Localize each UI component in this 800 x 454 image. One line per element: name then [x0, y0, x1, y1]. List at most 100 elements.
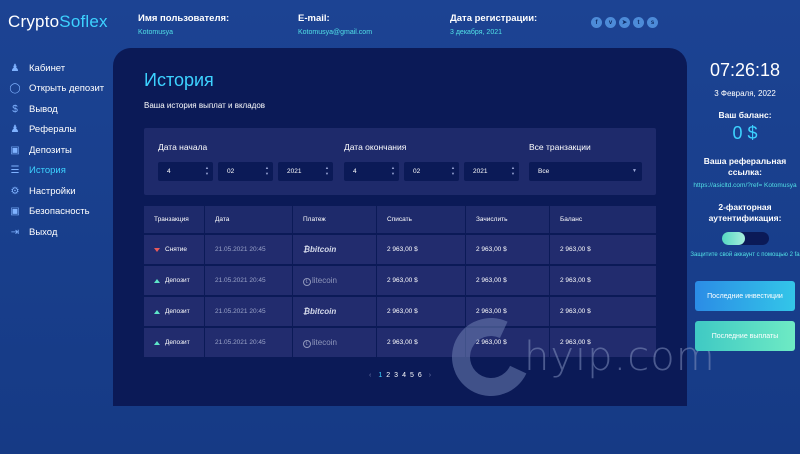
balance-label: Ваш баланс: [718, 110, 772, 120]
litecoin-logo-icon: Łlitecoin [303, 338, 337, 348]
credit-cell: 2 963,00 $ [466, 235, 550, 264]
sidebar-item-label: Вывод [29, 103, 58, 115]
transaction-cell: Снятие [144, 235, 205, 264]
spinner-icon[interactable]: ▲ ▼ [205, 165, 209, 177]
user-icon: ♟ [10, 62, 20, 74]
brand-part1: Crypto [8, 12, 60, 31]
twofa-toggle[interactable] [721, 232, 769, 245]
column-header: Зачислить [466, 206, 550, 233]
pagination: ‹ 1 2 3 4 5 6 › [366, 372, 434, 379]
start-day-stepper[interactable]: 4 ▲ ▼ [158, 162, 213, 181]
twofa-hint: Защитите свой аккаунт с помощью 2 fa [690, 252, 800, 258]
filters-bar: Дата начала Дата окончания Все транзакци… [144, 128, 656, 195]
end-month-stepper[interactable]: 02 ▲ ▼ [404, 162, 459, 181]
chevron-down-icon: ▼ [632, 168, 637, 174]
transaction-type-label: Все транзакции [529, 142, 591, 152]
sidebar-item-label: Выход [29, 226, 58, 238]
payment-method: litecoin [312, 275, 337, 285]
start-month-stepper[interactable]: 02 ▲ ▼ [218, 162, 273, 181]
table-row: Снятие 21.05.2021 20:45 ₿bitcoin 2 963,0… [144, 235, 656, 264]
balance-value: 0 $ [732, 123, 758, 143]
username-label: Имя пользователя: [138, 13, 230, 24]
page-subtitle: Ваша история выплат и вкладов [144, 101, 266, 110]
arrow-up-icon [154, 340, 160, 345]
sidebar-item-logout[interactable]: ⇥ Выход [8, 222, 104, 243]
sidebar-item-deposits[interactable]: ▣ Депозиты [8, 140, 104, 161]
monitor-icon: ▣ [10, 144, 20, 156]
email-label: E-mail: [298, 13, 330, 24]
end-day-stepper[interactable]: 4 ▲ ▼ [344, 162, 399, 181]
page-link[interactable]: 6 [418, 372, 422, 379]
end-year-value: 2021 [473, 168, 488, 175]
lock-icon: ▣ [10, 206, 20, 218]
sidebar-item-cabinet[interactable]: ♟ Кабинет [8, 58, 104, 79]
transaction-type-select[interactable]: Все ▼ [529, 162, 642, 181]
sidebar-item-label: Безопасность [29, 206, 90, 218]
sidebar-item-history[interactable]: ☰ История [8, 161, 104, 182]
start-year-stepper[interactable]: 2021 ▲ ▼ [278, 162, 333, 181]
referral-label: Ваша реферальная ссылка: [703, 156, 787, 177]
transaction-type: Снятие [165, 246, 188, 253]
facebook-icon[interactable]: f [591, 17, 602, 28]
regdate-value: 3 декабря, 2021 [450, 29, 503, 36]
payment-cell: ₿bitcoin [293, 235, 377, 264]
date-cell: 21.05.2021 20:45 [205, 235, 293, 264]
clock: 07:26:18 [709, 60, 781, 80]
regdate-label: Дата регистрации: [450, 13, 538, 24]
coins-icon: ◯ [9, 83, 21, 95]
current-date: 3 Февраля, 2022 [714, 89, 776, 98]
start-month-value: 02 [227, 168, 235, 175]
transaction-type: Депозит [165, 339, 190, 346]
table-header-row: Транзакция Дата Платеж Списать Зачислить… [144, 206, 656, 233]
twitter-icon[interactable]: t [633, 17, 644, 28]
date-cell: 21.05.2021 20:45 [205, 266, 293, 295]
page-link[interactable]: 4 [402, 372, 406, 379]
logout-icon: ⇥ [10, 226, 20, 238]
header-username: Имя пользователя: Kotomusya [138, 13, 229, 36]
bitcoin-logo-icon: ₿bitcoin [303, 245, 337, 254]
referral-link[interactable]: https://asicltd.com/?ref= Kotomusya [690, 182, 800, 190]
watermark: hyip.com [441, 307, 716, 407]
sidebar-item-label: История [29, 165, 66, 177]
vk-icon[interactable]: v [605, 17, 616, 28]
spinner-icon[interactable]: ▲ ▼ [391, 165, 395, 177]
social-links: f v ➤ t s [591, 17, 658, 28]
payment-method: litecoin [312, 337, 337, 347]
sidebar-item-open-deposit[interactable]: ◯ Открыть депозит [8, 79, 104, 100]
table-row: Депозит 21.05.2021 20:45 Łlitecoin 2 963… [144, 266, 656, 295]
latest-investments-button[interactable]: Последние инвестиции [695, 281, 795, 311]
page-link[interactable]: 3 [394, 372, 398, 379]
page-link[interactable]: 2 [386, 372, 390, 379]
spinner-icon[interactable]: ▲ ▼ [325, 165, 329, 177]
transaction-cell: Депозит [144, 266, 205, 295]
brand-logo[interactable]: CryptoSoflex [8, 12, 108, 32]
payment-cell: ₿bitcoin [293, 297, 377, 326]
page-title: История [144, 70, 214, 90]
document-icon: ☰ [10, 165, 20, 177]
next-page-button[interactable]: › [429, 372, 431, 379]
right-sidebar: 07:26:18 3 Февраля, 2022 Ваш баланс: 0 $… [690, 58, 800, 259]
spinner-icon[interactable]: ▲ ▼ [451, 165, 455, 177]
telegram-icon[interactable]: ➤ [619, 17, 630, 28]
payment-cell: Łlitecoin [293, 328, 377, 357]
end-year-stepper[interactable]: 2021 ▲ ▼ [464, 162, 519, 181]
balance-cell: 2 963,00 $ [560, 277, 591, 284]
prev-page-button[interactable]: ‹ [369, 372, 371, 379]
date-cell: 21.05.2021 20:45 [205, 328, 293, 357]
skype-icon[interactable]: s [647, 17, 658, 28]
watermark-text: hyip.com [524, 334, 716, 380]
sidebar-item-withdraw[interactable]: $ Вывод [8, 99, 104, 120]
spinner-icon[interactable]: ▲ ▼ [511, 165, 515, 177]
sidebar-item-settings[interactable]: ⚙ Настройки [8, 181, 104, 202]
sidebar-item-label: Настройки [29, 185, 76, 197]
payment-method: bitcoin [310, 307, 337, 316]
sidebar-item-security[interactable]: ▣ Безопасность [8, 202, 104, 223]
sidebar-item-referrals[interactable]: ♟ Рефералы [8, 120, 104, 141]
arrow-up-icon [154, 309, 160, 314]
page-link[interactable]: 5 [410, 372, 414, 379]
sidebar-nav: ♟ Кабинет ◯ Открыть депозит $ Вывод ♟ Рефера… [8, 58, 104, 243]
sidebar-item-label: Рефералы [29, 124, 77, 136]
latest-payouts-button[interactable]: Последние выплаты [695, 321, 795, 351]
spinner-icon[interactable]: ▲ ▼ [265, 165, 269, 177]
page-link[interactable]: 1 [378, 372, 382, 379]
